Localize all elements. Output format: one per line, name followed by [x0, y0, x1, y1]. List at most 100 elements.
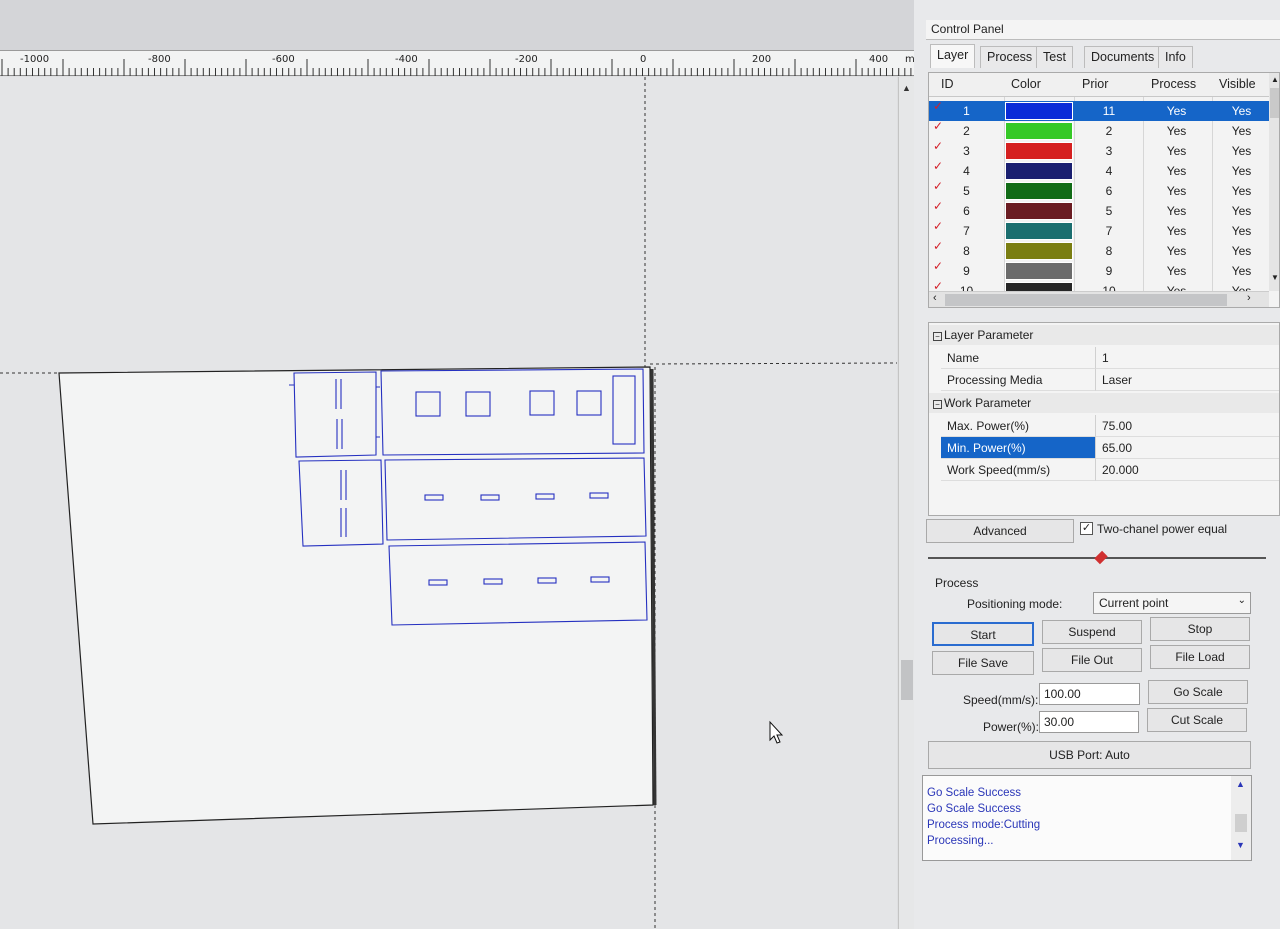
layer-color-swatch[interactable] — [1005, 122, 1073, 140]
layer-visible[interactable]: Yes — [1214, 104, 1269, 118]
param-row-min-power[interactable]: Min. Power(%) 65.00 — [929, 437, 1279, 459]
chevron-up-icon[interactable]: ▲ — [1271, 75, 1279, 84]
param-value[interactable]: 1 — [1095, 347, 1279, 369]
layer-prior: 4 — [1105, 164, 1113, 178]
param-value[interactable]: 20.000 — [1095, 459, 1279, 481]
param-row-max-power[interactable]: Max. Power(%) 75.00 — [929, 415, 1279, 437]
column-header-prior[interactable]: Prior — [1082, 77, 1108, 91]
param-value[interactable]: 65.00 — [1095, 437, 1279, 459]
speed-input[interactable]: 100.00 — [1039, 683, 1140, 705]
layer-table-hscroll[interactable]: ‹ › — [929, 291, 1269, 307]
tab-info[interactable]: Info — [1158, 46, 1193, 68]
param-row-media[interactable]: Processing Media Laser — [929, 369, 1279, 391]
start-button[interactable]: Start — [932, 622, 1034, 646]
column-header-process[interactable]: Process — [1151, 77, 1196, 91]
layer-visible[interactable]: Yes — [1214, 124, 1269, 138]
layer-visible[interactable]: Yes — [1214, 204, 1269, 218]
layer-process[interactable]: Yes — [1144, 144, 1209, 158]
layer-visible[interactable]: Yes — [1214, 144, 1269, 158]
chevron-up-icon[interactable]: ▲ — [1236, 779, 1245, 789]
file-load-button[interactable]: File Load — [1150, 645, 1250, 669]
layer-prior: 6 — [1105, 184, 1113, 198]
layer-row[interactable]: ✓ 5 6 Yes Yes — [929, 179, 1269, 201]
layer-table[interactable]: ID Color Prior Process Visible ✓ 1 11 Yes Ye… — [928, 72, 1280, 308]
log-scrollbar[interactable]: ▲ ▼ — [1231, 776, 1251, 860]
layer-row[interactable]: ✓ 3 3 Yes Yes — [929, 139, 1269, 161]
layer-process[interactable]: Yes — [1144, 124, 1209, 138]
collapse-icon[interactable]: − — [933, 400, 942, 409]
layer-id: 6 — [963, 204, 970, 218]
layer-row[interactable]: ✓ 7 7 Yes Yes — [929, 219, 1269, 241]
scrollbar-thumb[interactable] — [1235, 814, 1247, 832]
layer-process[interactable]: Yes — [1144, 244, 1209, 258]
layer-visible[interactable]: Yes — [1214, 264, 1269, 278]
layer-table-vscroll[interactable]: ▲ ▼ — [1269, 73, 1279, 291]
chevron-down-icon[interactable]: ⌄ — [1238, 595, 1246, 606]
layer-row[interactable]: ✓ 8 8 Yes Yes — [929, 239, 1269, 261]
layer-color-swatch[interactable] — [1005, 182, 1073, 200]
layer-process[interactable]: Yes — [1144, 164, 1209, 178]
power-input[interactable]: 30.00 — [1039, 711, 1139, 733]
param-value[interactable]: 75.00 — [1095, 415, 1279, 437]
tab-process[interactable]: Process — [980, 46, 1040, 68]
param-row-name[interactable]: Name 1 — [929, 347, 1279, 369]
tab-test[interactable]: Test — [1036, 46, 1073, 68]
positioning-mode-select[interactable]: Current point ⌄ — [1093, 592, 1251, 614]
chevron-down-icon[interactable]: ▼ — [1271, 273, 1279, 282]
scrollbar-thumb[interactable] — [1270, 88, 1279, 118]
column-header-id[interactable]: ID — [941, 77, 954, 91]
layer-visible[interactable]: Yes — [1214, 224, 1269, 238]
group-work-parameter[interactable]: − Work Parameter — [929, 393, 1279, 413]
column-header-color[interactable]: Color — [1011, 77, 1041, 91]
layer-color-swatch[interactable] — [1005, 262, 1073, 280]
ruler-label: 400 — [869, 54, 889, 65]
scrollbar-thumb[interactable] — [945, 294, 1227, 306]
column-header-visible[interactable]: Visible — [1219, 77, 1256, 91]
layer-process[interactable]: Yes — [1144, 264, 1209, 278]
param-row-work-speed[interactable]: Work Speed(mm/s) 20.000 — [929, 459, 1279, 481]
layer-process[interactable]: Yes — [1144, 104, 1209, 118]
collapse-icon[interactable]: − — [933, 332, 942, 341]
drawing-canvas[interactable] — [0, 77, 897, 929]
layer-color-swatch[interactable] — [1005, 242, 1073, 260]
layer-row[interactable]: ✓ 2 2 Yes Yes — [929, 119, 1269, 141]
usb-port-button[interactable]: USB Port: Auto — [928, 741, 1251, 769]
layer-row[interactable]: ✓ 1 11 Yes Yes — [929, 99, 1269, 121]
param-key: Processing Media — [941, 369, 1095, 391]
layer-color-swatch[interactable] — [1005, 202, 1073, 220]
layer-visible[interactable]: Yes — [1214, 164, 1269, 178]
param-value[interactable]: Laser — [1095, 369, 1279, 391]
cut-scale-button[interactable]: Cut Scale — [1147, 708, 1247, 732]
tab-layer[interactable]: Layer — [930, 44, 976, 68]
chevron-right-icon[interactable]: › — [1247, 292, 1251, 304]
layer-visible[interactable]: Yes — [1214, 244, 1269, 258]
suspend-button[interactable]: Suspend — [1042, 620, 1142, 644]
layer-process[interactable]: Yes — [1144, 204, 1209, 218]
layer-color-swatch[interactable] — [1005, 222, 1073, 240]
layer-process[interactable]: Yes — [1144, 224, 1209, 238]
group-layer-parameter[interactable]: − Layer Parameter — [929, 325, 1279, 345]
two-channel-checkbox[interactable]: ✓ — [1080, 522, 1093, 535]
go-scale-button[interactable]: Go Scale — [1148, 680, 1248, 704]
layer-row[interactable]: ✓ 6 5 Yes Yes — [929, 199, 1269, 221]
status-log: Go Scale Success Go Scale Success Proces… — [922, 775, 1252, 861]
chevron-down-icon[interactable]: ▼ — [1236, 840, 1245, 850]
param-key: Min. Power(%) — [941, 437, 1095, 459]
stop-button[interactable]: Stop — [1150, 617, 1250, 641]
layer-row[interactable]: ✓ 4 4 Yes Yes — [929, 159, 1269, 181]
layer-visible[interactable]: Yes — [1214, 184, 1269, 198]
file-out-button[interactable]: File Out — [1042, 648, 1142, 672]
chevron-left-icon[interactable]: ‹ — [933, 292, 937, 304]
scrollbar-thumb[interactable] — [901, 660, 913, 700]
layer-row[interactable]: ✓ 9 9 Yes Yes — [929, 259, 1269, 281]
layer-color-swatch[interactable] — [1005, 102, 1073, 120]
chevron-up-icon[interactable]: ▲ — [902, 83, 911, 93]
canvas-vertical-scrollbar[interactable]: ▲ — [898, 77, 914, 929]
layer-color-swatch[interactable] — [1005, 142, 1073, 160]
layer-color-swatch[interactable] — [1005, 162, 1073, 180]
group-title: Layer Parameter — [944, 328, 1034, 342]
file-save-button[interactable]: File Save — [932, 651, 1034, 675]
layer-process[interactable]: Yes — [1144, 184, 1209, 198]
tab-documents[interactable]: Documents — [1084, 46, 1162, 68]
advanced-button[interactable]: Advanced — [926, 519, 1074, 543]
